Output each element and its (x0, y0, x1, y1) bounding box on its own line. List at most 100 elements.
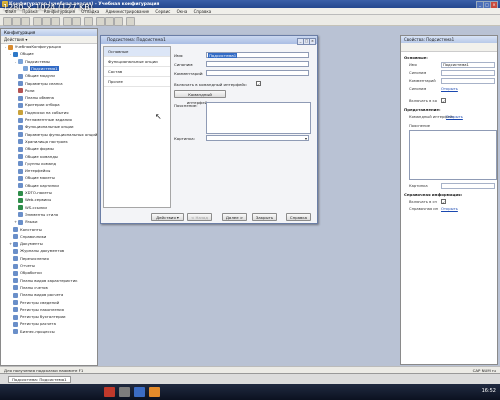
redo-icon[interactable] (72, 17, 81, 26)
tree-item[interactable]: Элементы стиля (14, 212, 58, 219)
find-icon[interactable] (84, 17, 93, 26)
dialog-actions-button[interactable]: Действия ▾ (151, 213, 184, 221)
tree-expander-icon[interactable]: - (9, 51, 12, 58)
tree-expander-icon[interactable]: + (9, 241, 12, 248)
tree-item[interactable]: Общие модули (14, 73, 55, 80)
tree-expander-icon[interactable]: + (14, 219, 17, 226)
nav-item-main[interactable]: Основные (104, 47, 170, 57)
window-tab-subsystem[interactable]: Подсистема: Подсистема1 (8, 376, 71, 383)
tree-node-icon (13, 278, 18, 284)
tree-item[interactable]: Критерии отбора (14, 102, 60, 109)
menu-item-service[interactable]: Сервис (155, 8, 170, 15)
nav-item-functional-options[interactable]: Функциональные опции (104, 57, 170, 67)
menu-item-windows[interactable]: Окна (177, 8, 188, 15)
tree-item[interactable]: XDTO-пакеты (14, 190, 52, 197)
prop-name-field[interactable]: Подсистема1 (441, 62, 495, 68)
tree-item[interactable]: Журналы документов (9, 248, 64, 255)
tree-item[interactable]: + Языки (14, 219, 37, 226)
menu-item-admin[interactable]: Администрирование (106, 8, 149, 15)
prop-ref-link[interactable]: Открыть (441, 207, 458, 211)
name-field[interactable]: Подсистема1 (206, 52, 309, 58)
back-button[interactable]: < Назад (187, 213, 212, 221)
tree-item[interactable]: Web-сервисы (14, 197, 51, 204)
tree-item[interactable]: Отчеты (9, 263, 35, 270)
tree-item[interactable]: WS-ссылки (14, 205, 47, 212)
taskbar-app-1c-icon[interactable] (104, 387, 115, 397)
next-button[interactable]: Далее > (222, 213, 247, 221)
new-icon[interactable] (3, 17, 12, 26)
close-button[interactable]: Закрыть (252, 213, 277, 221)
tree-item[interactable]: Интерфейсы (14, 168, 50, 175)
tree-expander-icon[interactable]: - (4, 44, 7, 51)
copy-icon[interactable] (42, 17, 51, 26)
tree-item[interactable]: Справочники (9, 234, 46, 241)
tree-item[interactable]: Планы обмена (14, 95, 54, 102)
comment-field[interactable] (206, 70, 309, 76)
paste-icon[interactable] (51, 17, 60, 26)
prop-include-checkbox[interactable]: ✓ (441, 98, 446, 104)
explain-textarea[interactable] (206, 102, 311, 134)
open-icon[interactable] (12, 17, 21, 26)
tree-item[interactable]: Планы видов расчета (9, 292, 63, 299)
tree-item[interactable]: Общие картинки (14, 183, 59, 190)
tree-item[interactable]: Группы команд (14, 161, 56, 168)
tree-item[interactable]: Обработки (9, 270, 42, 277)
dialog-close-button[interactable]: × (309, 37, 316, 45)
tree-node-icon (18, 205, 23, 211)
tree-item[interactable]: - Общие (9, 51, 34, 58)
taskbar-app-4-icon[interactable] (149, 387, 160, 397)
tree-item[interactable]: - УчебнаяКонфигурация (4, 44, 61, 51)
taskbar-app-3-icon[interactable] (134, 387, 145, 397)
tree-item[interactable]: Параметры функциональных опций (14, 132, 97, 139)
tree-item[interactable]: Регистры бухгалтерии (9, 314, 65, 321)
tree-item[interactable]: Параметры сеанса (14, 81, 63, 88)
tree-item[interactable]: Функциональные опции (14, 124, 74, 131)
tree-item[interactable]: Подписки на события (14, 110, 69, 117)
prop-explain-area[interactable] (409, 130, 497, 180)
tree-item[interactable]: Общие макеты (14, 175, 55, 182)
tree-item[interactable]: Подсистема1 (19, 65, 59, 73)
prop-ref-checkbox[interactable]: ✓ (441, 199, 446, 205)
tree-item[interactable]: Регистры накопления (9, 307, 64, 314)
prop-syntax-link[interactable]: Открыть (441, 87, 458, 91)
prop-picture-field[interactable] (441, 183, 495, 189)
tree-item[interactable]: Регламентные задания (14, 117, 72, 124)
tree-item[interactable]: - Подсистемы (14, 59, 50, 66)
picture-field[interactable]: ▾ (206, 135, 309, 141)
debug-icon[interactable] (105, 17, 114, 26)
tree-item[interactable]: Хранилища настроек (14, 139, 68, 146)
prop-cmd-link[interactable]: Открыть (446, 115, 463, 119)
menu-item-help[interactable]: Справка (194, 8, 212, 15)
tree-item[interactable]: Планы счетов (9, 285, 48, 292)
tree-item[interactable]: Перечисления (9, 256, 49, 263)
tree-item[interactable]: Регистры сведений (9, 300, 59, 307)
tree-item[interactable]: Бизнес-процессы (9, 329, 55, 336)
save-icon[interactable] (21, 17, 30, 26)
config-icon[interactable] (96, 17, 105, 26)
include-cmd-checkbox[interactable]: ✓ (256, 81, 261, 87)
prop-synonym-field[interactable] (441, 70, 495, 76)
tree-item[interactable]: Регистры расчета (9, 321, 56, 328)
help-button[interactable]: Справка (286, 213, 311, 221)
nav-item-content[interactable]: Состав (104, 67, 170, 77)
tree-item[interactable]: Общие команды (14, 154, 58, 161)
nav-item-other[interactable]: Прочее (104, 77, 170, 87)
cut-icon[interactable] (33, 17, 42, 26)
undo-icon[interactable] (63, 17, 72, 26)
tree-expander-icon[interactable]: - (14, 59, 17, 66)
synonym-field[interactable] (206, 61, 309, 67)
tree-item[interactable]: Планы видов характеристик (9, 278, 77, 285)
tree-item[interactable]: Роли (14, 88, 35, 95)
run-icon[interactable] (114, 17, 123, 26)
tree-item[interactable]: Общие формы (14, 146, 54, 153)
tree-actions-menu[interactable]: Действия ▾ (1, 36, 97, 44)
tree-node-icon (13, 248, 18, 254)
tree-node-icon (18, 190, 23, 196)
tree-item[interactable]: Константы (9, 227, 42, 234)
prop-comment-field[interactable] (441, 78, 495, 84)
command-interface-button[interactable]: Командный интерфейс... (174, 90, 226, 105)
picture-dropdown-icon[interactable]: ▾ (305, 136, 307, 142)
help-icon[interactable] (126, 17, 135, 26)
taskbar-app-2-icon[interactable] (119, 387, 130, 397)
tree-item[interactable]: + Документы (9, 241, 43, 248)
